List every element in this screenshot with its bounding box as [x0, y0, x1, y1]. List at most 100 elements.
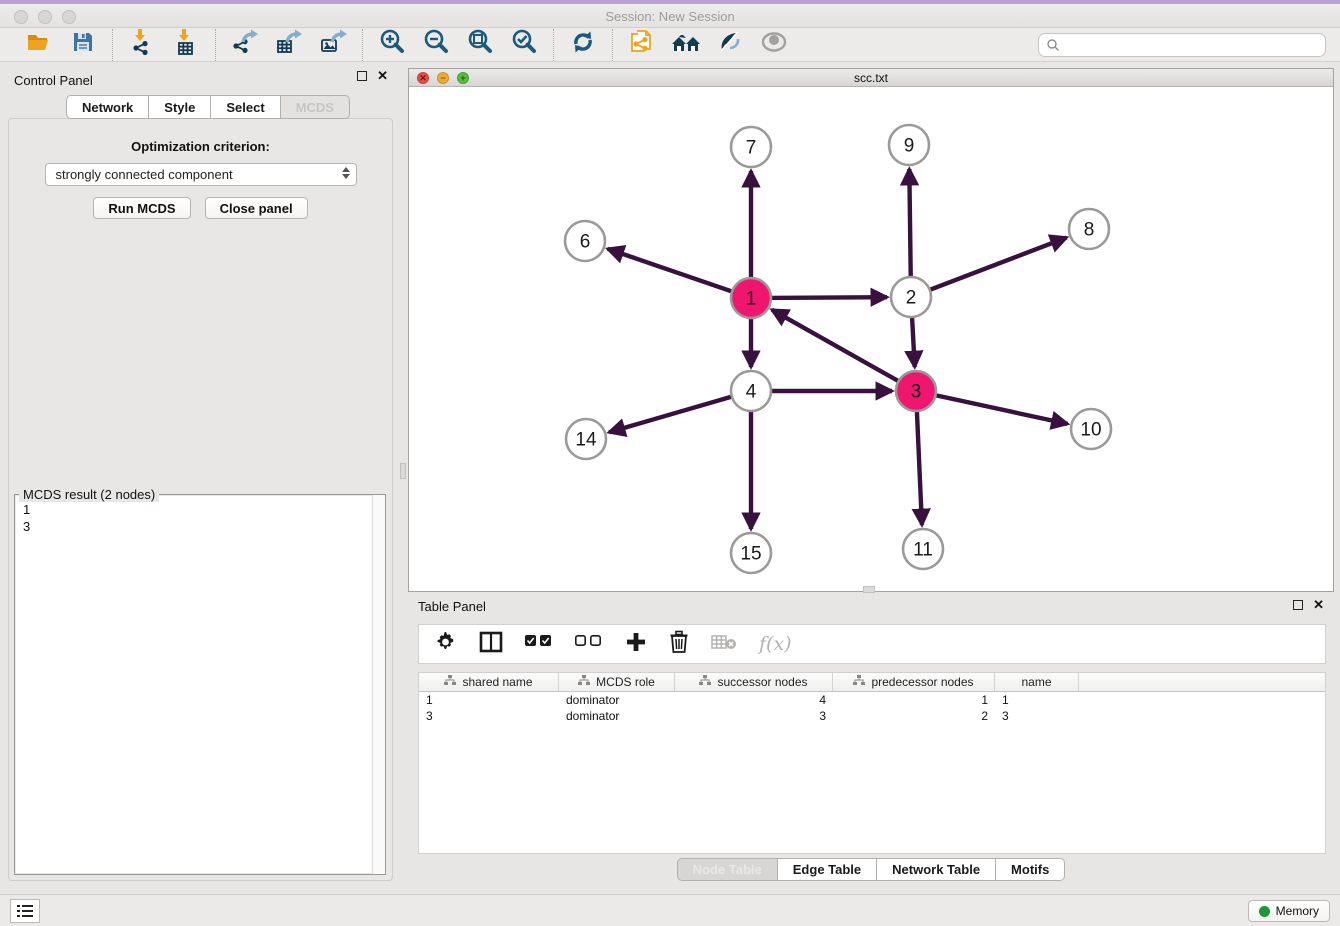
task-history-button[interactable]	[10, 899, 40, 923]
edge-1-2[interactable]	[767, 297, 887, 298]
deselect-all-button[interactable]	[575, 630, 603, 658]
delete-button[interactable]	[669, 630, 689, 658]
graph-node-4[interactable]: 4	[731, 371, 771, 411]
tab-network[interactable]: Network	[66, 95, 149, 119]
node-label: 14	[575, 430, 597, 451]
select-all-button[interactable]	[525, 630, 553, 658]
run-mcds-button[interactable]: Run MCDS	[93, 197, 190, 219]
edge-3-10[interactable]	[932, 394, 1068, 424]
export-network-button[interactable]	[230, 31, 260, 59]
edge-1-6[interactable]	[608, 249, 736, 293]
cell-MCDS-role[interactable]: dominator	[559, 709, 675, 723]
tab-select[interactable]: Select	[211, 95, 280, 119]
close-panel-button[interactable]: Close panel	[205, 197, 308, 219]
graph-node-2[interactable]: 2	[891, 277, 931, 317]
graph-node-7[interactable]: 7	[731, 127, 771, 167]
result-scrollbar[interactable]	[372, 495, 385, 874]
edge-2-8[interactable]	[926, 238, 1067, 292]
column-header-name[interactable]: name	[995, 673, 1079, 691]
zoom-in-icon	[378, 28, 406, 61]
zoom-selected-button[interactable]	[509, 31, 539, 59]
cell-shared-name[interactable]: 1	[419, 693, 559, 707]
edge-2-3[interactable]	[912, 313, 915, 367]
graph-node-1[interactable]: 1	[731, 278, 771, 318]
graph-node-3[interactable]: 3	[896, 371, 936, 411]
tab-style[interactable]: Style	[149, 95, 211, 119]
open-session-icon	[25, 28, 53, 61]
horizontal-split-handle[interactable]	[863, 586, 875, 593]
edge-2-9[interactable]	[909, 169, 910, 281]
graph-node-15[interactable]: 15	[731, 533, 771, 573]
search-area	[1038, 33, 1326, 57]
float-panel-icon[interactable]	[357, 71, 367, 81]
column-header-shared-name[interactable]: shared name	[419, 673, 559, 691]
home-button[interactable]	[671, 31, 701, 59]
control-panel-tabs: NetworkStyleSelectMCDS	[66, 95, 350, 119]
edge-3-11[interactable]	[917, 407, 922, 525]
float-table-panel-icon[interactable]	[1293, 600, 1303, 610]
tab-edge-table[interactable]: Edge Table	[778, 858, 877, 881]
export-table-button[interactable]	[274, 31, 304, 59]
memory-button[interactable]: Memory	[1248, 900, 1330, 922]
column-header-predecessor-nodes[interactable]: predecessor nodes	[833, 673, 995, 691]
eye-button[interactable]	[759, 31, 789, 59]
gear-button[interactable]	[435, 630, 457, 658]
network-canvas[interactable]: 7 9 6 8 1 2 4 3 14 10 15 11	[409, 87, 1333, 591]
import-network-button[interactable]	[127, 31, 157, 59]
column-layout-icon	[479, 630, 503, 659]
edge-4-14[interactable]	[609, 395, 736, 432]
style-paint-button[interactable]	[715, 31, 745, 59]
eye-icon	[759, 28, 789, 61]
table-row[interactable]: 3dominator323	[419, 708, 1325, 724]
search-input[interactable]	[1060, 38, 1325, 52]
graph-node-10[interactable]: 10	[1071, 409, 1111, 449]
table-row[interactable]: 1dominator411	[419, 692, 1325, 708]
tab-network-table[interactable]: Network Table	[877, 858, 996, 881]
close-panel-icon[interactable]: ✕	[377, 71, 388, 81]
graph-node-11[interactable]: 11	[903, 529, 943, 569]
cell-successor-nodes[interactable]: 3	[675, 709, 833, 723]
memory-status-icon	[1259, 906, 1270, 917]
save-session-button[interactable]	[68, 31, 98, 59]
refresh-button[interactable]	[568, 31, 598, 59]
close-table-panel-icon[interactable]: ✕	[1313, 600, 1324, 610]
column-header-MCDS-role[interactable]: MCDS role	[559, 673, 675, 691]
save-session-icon	[69, 28, 97, 61]
zoom-fit-button[interactable]	[465, 31, 495, 59]
node-table[interactable]: shared name MCDS role successor nodesprede…	[418, 672, 1326, 854]
tab-mcds[interactable]: MCDS	[281, 95, 350, 119]
zoom-out-button[interactable]	[421, 31, 451, 59]
import-table-button[interactable]	[171, 31, 201, 59]
tab-node-table[interactable]: Node Table	[677, 858, 778, 881]
zoom-in-button[interactable]	[377, 31, 407, 59]
cell-successor-nodes[interactable]: 4	[675, 693, 833, 707]
function-builder-icon: f(x)	[759, 633, 792, 655]
column-header-successor-nodes[interactable]: successor nodes	[675, 673, 833, 691]
cell-name[interactable]: 3	[995, 709, 1079, 723]
cell-predecessor-nodes[interactable]: 2	[833, 709, 995, 723]
cell-name[interactable]: 1	[995, 693, 1079, 707]
cell-shared-name[interactable]: 3	[419, 709, 559, 723]
criterion-dropdown[interactable]: strongly connected component	[45, 163, 357, 186]
export-image-button[interactable]	[318, 31, 348, 59]
edge-3-1[interactable]	[772, 310, 902, 383]
graph-node-9[interactable]: 9	[889, 125, 929, 165]
search-field[interactable]	[1038, 33, 1326, 57]
cell-predecessor-nodes[interactable]: 1	[833, 693, 995, 707]
tab-motifs[interactable]: Motifs	[996, 858, 1065, 881]
copy-network-button[interactable]	[627, 31, 657, 59]
column-label: MCDS role	[596, 675, 655, 689]
style-paint-icon	[716, 28, 744, 61]
add-button[interactable]	[625, 630, 647, 658]
network-window-titlebar[interactable]: ✕ − + scc.txt	[409, 69, 1333, 87]
column-layout-button[interactable]	[479, 630, 503, 658]
open-session-button[interactable]	[24, 31, 54, 59]
graph-node-14[interactable]: 14	[566, 419, 606, 459]
vertical-split-handle[interactable]	[400, 463, 406, 479]
graph-node-8[interactable]: 8	[1069, 209, 1109, 249]
graph-node-6[interactable]: 6	[565, 221, 605, 261]
dropdown-stepper-icon	[342, 167, 350, 179]
mcds-result-text[interactable]: 1 3	[16, 496, 384, 873]
cell-MCDS-role[interactable]: dominator	[559, 693, 675, 707]
gear-icon	[435, 631, 457, 658]
